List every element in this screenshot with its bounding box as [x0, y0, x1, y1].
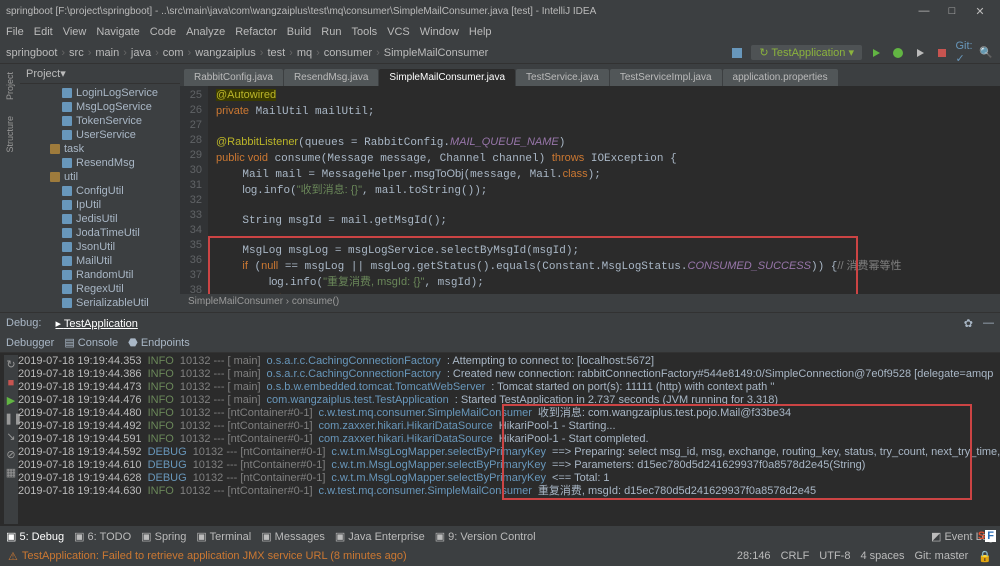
- resume-icon[interactable]: ▶: [4, 395, 18, 409]
- tree-node[interactable]: TestApplication: [24, 310, 176, 312]
- line-separator[interactable]: CRLF: [781, 550, 810, 562]
- menu-navigate[interactable]: Navigate: [96, 26, 139, 38]
- code-editor[interactable]: @Autowired private MailUtil mailUtil; @R…: [208, 86, 1000, 294]
- debug-label: Debug:: [6, 317, 41, 329]
- menu-vcs[interactable]: VCS: [387, 26, 410, 38]
- log-line: 2019-07-18 19:19:44.492 INFO 10132 --- […: [18, 420, 1000, 433]
- toolwindow-button[interactable]: ▣ 9: Version Control: [435, 530, 536, 543]
- menu-refactor[interactable]: Refactor: [235, 26, 277, 38]
- maximize-button[interactable]: □: [938, 5, 966, 17]
- file-encoding[interactable]: UTF-8: [819, 550, 850, 562]
- editor-tab[interactable]: ResendMsg.java: [284, 69, 378, 86]
- log-line: 2019-07-18 19:19:44.480 INFO 10132 --- […: [18, 407, 1000, 420]
- toolwindow-button[interactable]: ▣ Terminal: [196, 530, 251, 543]
- editor-tab[interactable]: RabbitConfig.java: [184, 69, 283, 86]
- menu-tools[interactable]: Tools: [351, 26, 377, 38]
- tree-node[interactable]: TokenService: [24, 114, 176, 128]
- log-line: 2019-07-18 19:19:44.591 INFO 10132 --- […: [18, 433, 1000, 446]
- editor-tab[interactable]: TestService.java: [516, 69, 609, 86]
- editor-tab[interactable]: SimpleMailConsumer.java: [379, 69, 515, 86]
- log-line: 2019-07-18 19:19:44.628 DEBUG 10132 --- …: [18, 472, 1000, 485]
- project-tree-header: Project: [26, 68, 60, 80]
- toolwindow-button[interactable]: ▣ 6: TODO: [74, 530, 131, 543]
- toolwindow-button[interactable]: ▣ Messages: [261, 530, 325, 543]
- pause-icon[interactable]: ❚❚: [4, 413, 18, 427]
- debug-hide-button[interactable]: —: [983, 317, 994, 329]
- debug-session-tab[interactable]: ▸ TestApplication: [51, 315, 141, 332]
- tree-node[interactable]: UserService: [24, 128, 176, 142]
- tree-node[interactable]: JodaTimeUtil: [24, 226, 176, 240]
- toolwindow-button[interactable]: ▣ Spring: [141, 530, 186, 543]
- toolwindow-button[interactable]: ▣ 5: Debug: [6, 530, 64, 543]
- tree-node[interactable]: RegexUtil: [24, 282, 176, 296]
- tree-node[interactable]: task: [24, 142, 176, 156]
- run-coverage-button[interactable]: [912, 45, 928, 61]
- endpoints-subtab[interactable]: ⬣ Endpoints: [128, 336, 190, 349]
- tree-node[interactable]: LoginLogService: [24, 86, 176, 100]
- menu-analyze[interactable]: Analyze: [186, 26, 225, 38]
- log-line: 2019-07-18 19:19:44.473 INFO 10132 --- […: [18, 381, 1000, 394]
- indent-settings[interactable]: 4 spaces: [860, 550, 904, 562]
- menu-edit[interactable]: Edit: [34, 26, 53, 38]
- editor-tabs: RabbitConfig.javaResendMsg.javaSimpleMai…: [180, 64, 1000, 86]
- structure-toolwindow-tab[interactable]: Structure: [3, 112, 17, 157]
- minimize-button[interactable]: —: [910, 5, 938, 17]
- toolwindow-button[interactable]: ▣ Java Enterprise: [335, 530, 425, 543]
- debugger-subtab[interactable]: Debugger: [6, 337, 54, 349]
- menu-run[interactable]: Run: [321, 26, 341, 38]
- close-button[interactable]: ✕: [966, 5, 994, 18]
- rerun-icon[interactable]: ↻: [4, 359, 18, 373]
- main-menu: File Edit View Navigate Code Analyze Refactor B…: [0, 22, 1000, 42]
- run-button[interactable]: [868, 45, 884, 61]
- menu-help[interactable]: Help: [469, 26, 492, 38]
- watermark-logo: SF: [978, 526, 996, 542]
- tree-node[interactable]: IpUtil: [24, 198, 176, 212]
- build-button[interactable]: [729, 45, 745, 61]
- step-icon[interactable]: ↘: [4, 431, 18, 445]
- log-line: 2019-07-18 19:19:44.476 INFO 10132 --- […: [18, 394, 1000, 407]
- menu-view[interactable]: View: [63, 26, 87, 38]
- menu-code[interactable]: Code: [150, 26, 176, 38]
- lock-icon[interactable]: 🔒: [978, 550, 992, 563]
- breadcrumb[interactable]: springboot›src›main›java›com›wangzaiplus…: [6, 47, 488, 59]
- tree-node[interactable]: MailUtil: [24, 254, 176, 268]
- stop-button[interactable]: [934, 45, 950, 61]
- project-tree-panel: Project ▾ LoginLogServiceMsgLogServiceTo…: [20, 64, 180, 312]
- nav-breadcrumb-bar: springboot›src›main›java›com›wangzaiplus…: [0, 42, 1000, 64]
- tree-node[interactable]: SerializableUtil: [24, 296, 176, 310]
- project-toolwindow-tab[interactable]: Project: [3, 68, 17, 104]
- stop-icon[interactable]: ■: [4, 377, 18, 391]
- editor-tab[interactable]: application.properties: [723, 69, 838, 86]
- status-warning[interactable]: ⚠ TestApplication: Failed to retrieve ap…: [8, 550, 407, 563]
- git-pull-button[interactable]: Git: ✓: [956, 45, 972, 61]
- git-branch[interactable]: Git: master: [915, 550, 969, 562]
- tree-node[interactable]: ConfigUtil: [24, 184, 176, 198]
- window-title: springboot [F:\project\springboot] - ..\…: [6, 6, 910, 17]
- editor-breadcrumb[interactable]: SimpleMailConsumer › consume(): [180, 294, 1000, 312]
- log-line: 2019-07-18 19:19:44.353 INFO 10132 --- […: [18, 355, 1000, 368]
- debug-settings-icon[interactable]: ✿: [964, 317, 973, 330]
- log-line: 2019-07-18 19:19:44.592 DEBUG 10132 --- …: [18, 446, 1000, 459]
- line-gutter[interactable]: 2526272829303132333435363738394041: [180, 86, 208, 294]
- debug-button[interactable]: [890, 45, 906, 61]
- tree-node[interactable]: ResendMsg: [24, 156, 176, 170]
- log-line: 2019-07-18 19:19:44.386 INFO 10132 --- […: [18, 368, 1000, 381]
- log-line: 2019-07-18 19:19:44.610 DEBUG 10132 --- …: [18, 459, 1000, 472]
- mute-bp-icon[interactable]: ⊘: [4, 449, 18, 463]
- caret-position[interactable]: 28:146: [737, 550, 771, 562]
- tree-node[interactable]: JedisUtil: [24, 212, 176, 226]
- menu-file[interactable]: File: [6, 26, 24, 38]
- layout-icon[interactable]: ▦: [4, 467, 18, 481]
- run-config-dropdown[interactable]: ↻ TestApplication ▾: [751, 45, 862, 60]
- editor-tab[interactable]: TestServiceImpl.java: [610, 69, 722, 86]
- log-line: 2019-07-18 19:19:44.630 INFO 10132 --- […: [18, 485, 1000, 498]
- tree-node[interactable]: util: [24, 170, 176, 184]
- tree-node[interactable]: RandomUtil: [24, 268, 176, 282]
- menu-window[interactable]: Window: [420, 26, 459, 38]
- search-button[interactable]: 🔍: [978, 45, 994, 61]
- menu-build[interactable]: Build: [287, 26, 311, 38]
- tree-node[interactable]: JsonUtil: [24, 240, 176, 254]
- tree-node[interactable]: MsgLogService: [24, 100, 176, 114]
- console-subtab[interactable]: ▤ Console: [64, 336, 118, 349]
